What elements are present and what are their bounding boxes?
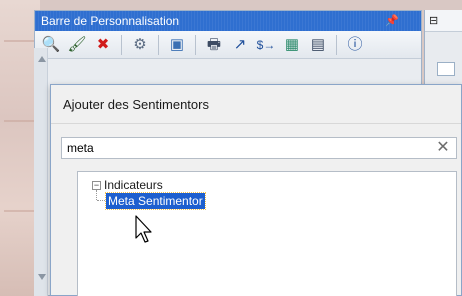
tree-node-label: Indicateurs (104, 178, 163, 192)
settings-gear-icon[interactable]: ⚙ (130, 35, 150, 55)
side-panel-node[interactable] (437, 62, 455, 76)
side-panel-header[interactable]: ⊟ (425, 10, 462, 32)
scroll-up-arrow-icon[interactable] (38, 56, 46, 62)
trend-line-icon[interactable]: ↗ (230, 35, 250, 55)
tree-connector (96, 190, 97, 200)
template-icon[interactable]: ▣ (167, 35, 187, 55)
dialog-divider (51, 123, 461, 124)
collapse-icon[interactable]: − (92, 180, 101, 190)
tree-node-indicateurs[interactable]: − Indicateurs (92, 178, 163, 192)
search-input[interactable] (62, 138, 422, 158)
tree-item-meta-sentimentor[interactable]: Meta Sentimentor (105, 192, 206, 210)
chart-window-icon[interactable]: ▦ (282, 35, 302, 55)
delete-icon[interactable]: ✖ (93, 35, 113, 55)
toolbar-separator (158, 34, 159, 55)
background-blur-line (4, 210, 34, 212)
toolbar-separator (121, 34, 122, 55)
clear-search-icon[interactable]: ✕ (434, 139, 452, 157)
brush-icon[interactable]: 🖌 (67, 35, 87, 55)
panel-title: Barre de Personnalisation (41, 14, 180, 28)
toolbar-separator (195, 34, 196, 55)
table-icon[interactable]: ▤ (308, 35, 328, 55)
dollar-arrow-icon[interactable]: $→ (256, 35, 276, 55)
panel-toolbar: 🔍 🖌 ✖ ⚙ ▣ 🖶 ↗ $→ ▦ ▤ ⓘ (35, 31, 421, 59)
search-box: ✕ (61, 137, 457, 159)
scroll-down-arrow-icon[interactable] (38, 274, 46, 280)
background-blur-line (4, 120, 34, 122)
toolbar-separator (336, 34, 337, 55)
panel-titlebar[interactable]: Barre de Personnalisation 📌 (35, 11, 421, 31)
dialog-title: Ajouter des Sentimentors (63, 97, 209, 112)
background-blur-line (4, 40, 34, 42)
mouse-cursor-icon (135, 215, 152, 243)
add-sentimentors-dialog: Ajouter des Sentimentors ✕ − Indicateurs… (50, 84, 462, 296)
tree-connector (97, 200, 105, 201)
pin-icon[interactable]: 📌 (385, 11, 399, 31)
info-window-icon[interactable]: ⓘ (345, 35, 365, 55)
panel-scroll-strip (34, 48, 48, 296)
printer-icon[interactable]: 🖶 (204, 35, 224, 55)
